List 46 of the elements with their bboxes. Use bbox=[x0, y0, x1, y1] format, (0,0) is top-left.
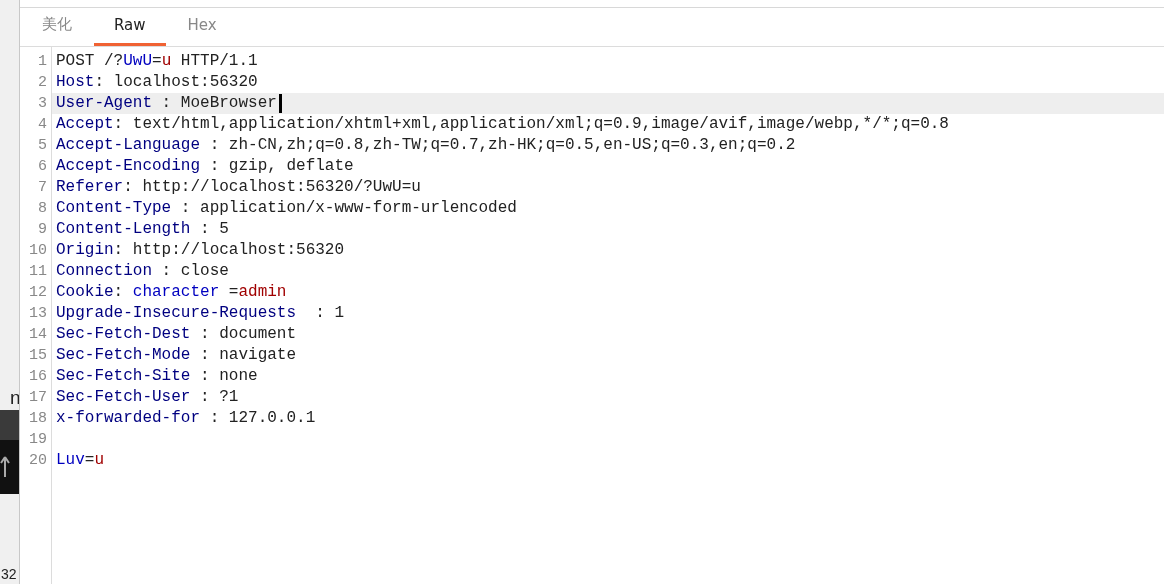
line-number: 20 bbox=[28, 451, 48, 471]
background-text: n bbox=[9, 388, 19, 408]
code-line: Upgrade-Insecure-Requests : 1 bbox=[55, 303, 345, 324]
line-number: 18 bbox=[28, 409, 48, 429]
line-number: 11 bbox=[28, 262, 48, 282]
code-line: POST /?UwU=u HTTP/1.1 bbox=[55, 51, 258, 72]
code-line: Sec-Fetch-User : ?1 bbox=[55, 387, 239, 408]
arrow-up-icon bbox=[0, 456, 10, 478]
line-number: 3 bbox=[37, 94, 48, 114]
code-line: Host: localhost:56320 bbox=[55, 72, 258, 93]
code-line: Origin: http://localhost:56320 bbox=[55, 240, 345, 261]
code-line: Sec-Fetch-Site : none bbox=[55, 366, 258, 387]
code-line: Content-Length : 5 bbox=[55, 219, 229, 240]
background-text: 32 bbox=[0, 565, 18, 584]
line-number: 9 bbox=[37, 220, 48, 240]
line-number: 7 bbox=[37, 178, 48, 198]
line-number: 16 bbox=[28, 367, 48, 387]
line-number: 14 bbox=[28, 325, 48, 345]
code-line: Luv=u bbox=[55, 450, 105, 471]
code-line: x-forwarded-for : 127.0.0.1 bbox=[55, 408, 316, 429]
code-line: Referer: http://localhost:56320/?UwU=u bbox=[55, 177, 421, 198]
code-line: Accept: text/html,application/xhtml+xml,application/xml;q=0.9,image/avif,image/webp,*/*;q=0.8 bbox=[55, 114, 949, 135]
code-line: Accept-Encoding : gzip, deflate bbox=[55, 156, 354, 177]
code-line: Cookie: character =admin bbox=[55, 282, 287, 303]
line-number: 6 bbox=[37, 157, 48, 177]
line-number: 12 bbox=[28, 283, 48, 303]
code-line: User-Agent : MoeBrowser bbox=[55, 93, 277, 114]
tab[interactable]: Raw bbox=[94, 12, 166, 46]
line-number: 2 bbox=[37, 73, 48, 93]
line-number: 13 bbox=[28, 304, 48, 324]
tab[interactable]: Hex bbox=[167, 12, 237, 46]
line-number: 15 bbox=[28, 346, 48, 366]
line-number: 17 bbox=[28, 388, 48, 408]
code-line: Connection : close bbox=[55, 261, 229, 282]
text-cursor bbox=[278, 94, 282, 113]
line-number: 5 bbox=[37, 136, 48, 156]
code-line: Accept-Language : zh-CN,zh;q=0.8,zh-TW;q=0.7,zh-HK;q=0.5,en-US;q=0.3,en;q=0.2 bbox=[55, 135, 796, 156]
line-number: 19 bbox=[28, 430, 48, 450]
line-number: 4 bbox=[37, 115, 48, 135]
code-line: Sec-Fetch-Dest : document bbox=[55, 324, 297, 345]
tab[interactable]: 美化 bbox=[22, 12, 92, 46]
code-line: Sec-Fetch-Mode : navigate bbox=[55, 345, 297, 366]
code-line: Content-Type : application/x-www-form-urlencoded bbox=[55, 198, 517, 219]
line-number: 10 bbox=[28, 241, 48, 261]
line-number: 1 bbox=[37, 52, 48, 72]
line-number: 8 bbox=[37, 199, 48, 219]
